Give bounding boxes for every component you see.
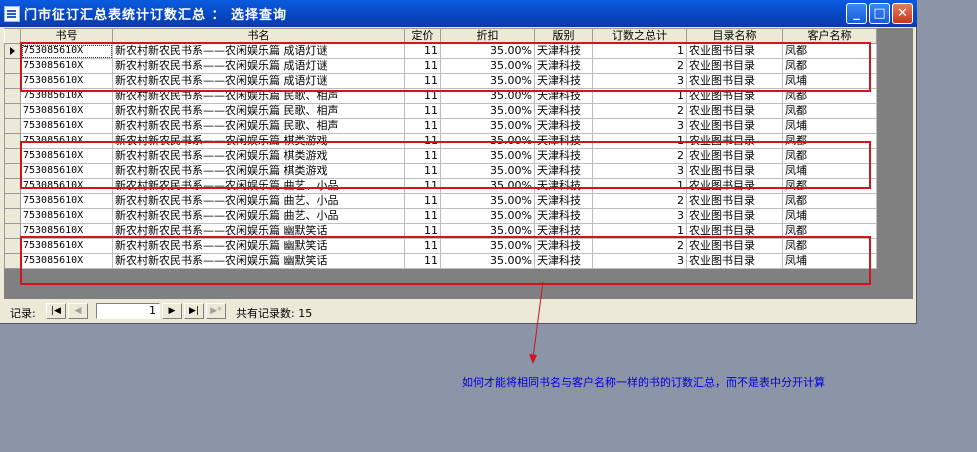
annotation-arrow-head	[529, 354, 537, 364]
annotation-arrow-line	[532, 281, 544, 359]
annotation-question: 如何才能将相同书名与客户名称一样的书的订数汇总，而不是表中分开计算	[462, 376, 825, 389]
